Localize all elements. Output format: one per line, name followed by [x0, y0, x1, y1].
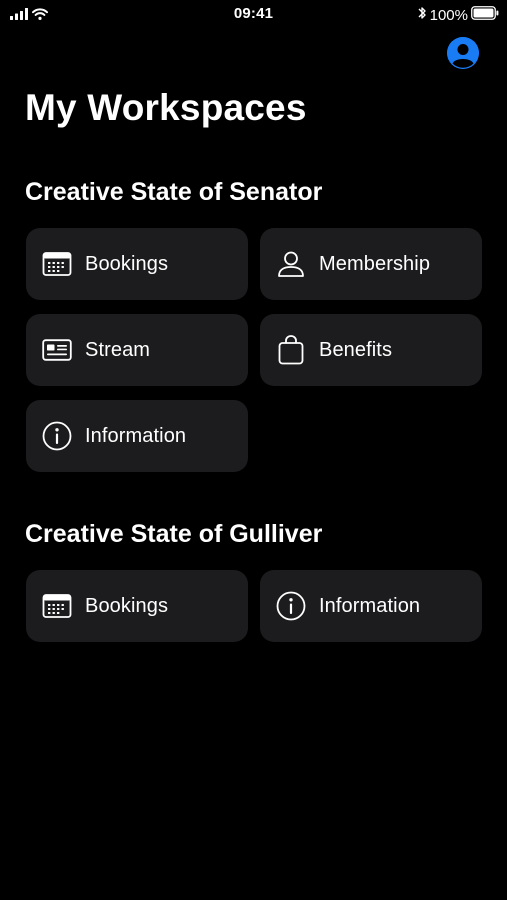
tile-senator-membership[interactable]: Membership [260, 228, 482, 300]
tile-label: Bookings [85, 594, 169, 617]
bluetooth-icon [417, 5, 427, 25]
tile-senator-stream[interactable]: Stream [26, 314, 248, 386]
person-icon [275, 248, 307, 280]
info-icon [275, 590, 307, 622]
tile-label: Information [85, 424, 187, 447]
status-right: 100% [417, 5, 499, 25]
status-bar: 09:41 100% [0, 0, 507, 28]
calendar-icon [41, 248, 73, 280]
tile-senator-bookings[interactable]: Bookings [26, 228, 248, 300]
id-card-icon [41, 334, 73, 366]
tile-senator-information[interactable]: Information [26, 400, 248, 472]
profile-button[interactable] [447, 37, 479, 69]
bag-icon [275, 334, 307, 366]
info-icon [41, 420, 73, 452]
tile-gulliver-bookings[interactable]: Bookings [26, 570, 248, 642]
page-title: My Workspaces [25, 87, 307, 128]
tile-label: Stream [85, 338, 151, 361]
battery-icon [471, 6, 499, 24]
tile-senator-benefits[interactable]: Benefits [260, 314, 482, 386]
calendar-icon [41, 590, 73, 622]
tile-label: Information [319, 594, 421, 617]
person-circle-icon [447, 37, 479, 69]
tile-label: Membership [319, 252, 431, 275]
battery-percentage: 100% [429, 6, 468, 24]
tile-label: Benefits [319, 338, 393, 361]
section-title-gulliver: Creative State of Gulliver [25, 520, 323, 548]
section-title-senator: Creative State of Senator [25, 178, 323, 206]
tile-gulliver-information[interactable]: Information [260, 570, 482, 642]
tile-label: Bookings [85, 252, 169, 275]
